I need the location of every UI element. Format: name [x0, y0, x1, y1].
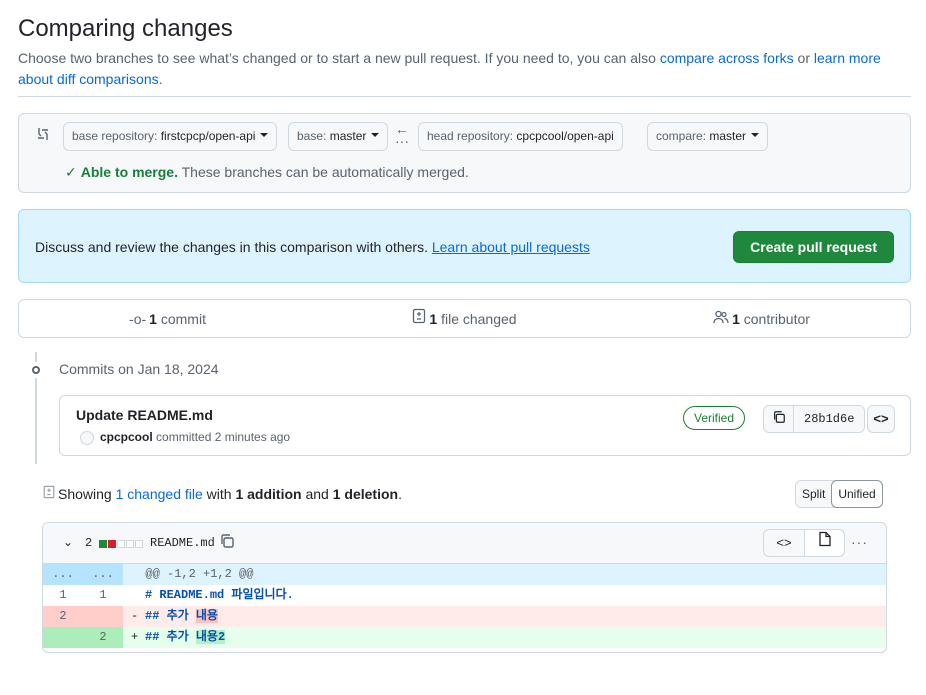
diff-line-deletion: 2 - ## 추가 내용 — [43, 606, 886, 627]
verified-badge[interactable]: Verified — [683, 406, 746, 430]
old-line-number[interactable] — [43, 627, 83, 648]
changed-files-link[interactable]: 1 changed file — [116, 486, 203, 502]
diff-summary: Showing 1 changed file with 1 addition a… — [42, 485, 402, 502]
code-icon: <> — [873, 411, 889, 426]
old-line-number[interactable]: 2 — [43, 606, 83, 627]
diff-view-toggle: Split Unified — [795, 480, 883, 508]
copy-sha-button[interactable] — [764, 406, 794, 432]
diff-line-addition: 2 + ## 추가 내용2 — [43, 627, 886, 648]
hunk-header-row: ... ... @@ -1,2 +1,2 @@ — [43, 564, 886, 585]
base-repository-select[interactable]: base repository: firstcpcp/open-api — [63, 122, 278, 151]
page-title: Comparing changes — [18, 15, 233, 42]
diff-icon — [42, 485, 56, 502]
hunk-header: @@ -1,2 +1,2 @@ — [123, 564, 886, 585]
line-code: - ## 추가 내용 — [123, 606, 886, 627]
contributors-tab[interactable]: 1 contributor — [613, 300, 910, 337]
commit-sha-group: 28b1d6e — [763, 405, 866, 433]
file-diff: ⌄ 2 README.md <> ··· ... ... @@ -1,2 +1,… — [42, 522, 887, 653]
file-diff-icon — [412, 308, 426, 327]
kebab-horizontal-icon[interactable]: ··· — [851, 534, 868, 550]
new-line-number[interactable]: 2 — [83, 627, 123, 648]
commits-date-heading: Commits on Jan 18, 2024 — [59, 361, 219, 377]
range-editor: base repository: firstcpcp/open-api base… — [18, 113, 911, 193]
banner-text: Discuss and review the changes in this c… — [35, 239, 590, 255]
head-repository-select[interactable]: head repository: cpcpcool/open-api — [418, 122, 623, 151]
copy-path-icon[interactable] — [219, 533, 235, 552]
compare-branch-select[interactable]: compare: master — [647, 122, 769, 151]
rich-view-button[interactable] — [804, 530, 844, 556]
browse-code-button[interactable]: <> — [867, 405, 895, 433]
diffstat-bar — [99, 540, 143, 548]
compare-summary: -o- 1 commit 1 file changed 1 contributor — [18, 299, 911, 338]
code-icon: <> — [776, 535, 792, 550]
diff-line-context: 1 1 # README.md 파일입니다. — [43, 585, 886, 606]
line-code: # README.md 파일입니다. — [145, 588, 294, 602]
chevron-down-icon[interactable]: ⌄ — [63, 535, 73, 549]
file-view-buttons: <> — [763, 529, 845, 557]
commits-tab[interactable]: -o- 1 commit — [19, 300, 316, 337]
code-view-button[interactable]: <> — [764, 530, 804, 556]
expand-up-button[interactable]: ... — [43, 564, 83, 585]
base-branch-select[interactable]: base: master — [288, 122, 389, 151]
copy-icon — [773, 411, 785, 423]
file-header: ⌄ 2 README.md <> ··· — [43, 523, 886, 564]
old-line-number[interactable]: 1 — [43, 585, 83, 606]
commit-item: Update README.md cpcpcool committed 2 mi… — [59, 395, 911, 456]
avatar[interactable] — [80, 430, 94, 445]
commit-icon: -o- — [129, 311, 147, 327]
compare-across-forks-link[interactable]: compare across forks — [660, 50, 794, 66]
pull-request-banner: Discuss and review the changes in this c… — [18, 209, 911, 283]
file-name-link[interactable]: README.md — [150, 536, 215, 550]
expand-down-button[interactable]: ... — [83, 564, 123, 585]
new-line-number[interactable]: 1 — [83, 585, 123, 606]
caret-down-icon — [751, 132, 760, 137]
file-icon — [818, 531, 831, 547]
caret-down-icon — [371, 132, 380, 137]
merge-status: ✓ Able to merge. These branches can be au… — [65, 164, 469, 180]
page-description: Choose two branches to see what’s change… — [18, 50, 881, 87]
files-changed-tab[interactable]: 1 file changed — [316, 300, 613, 337]
commit-node-icon — [26, 362, 46, 378]
commit-sha-link[interactable]: 28b1d6e — [794, 406, 864, 432]
commit-title-link[interactable]: Update README.md — [76, 407, 213, 423]
check-icon: ✓ — [65, 164, 77, 180]
divider — [18, 96, 911, 97]
file-change-count: 2 — [85, 536, 93, 550]
commit-author-link[interactable]: cpcpcool — [100, 430, 153, 444]
arrow-left-icon: ← ··· — [395, 121, 409, 149]
create-pull-request-button[interactable]: Create pull request — [733, 231, 894, 263]
commit-meta: cpcpcool committed 2 minutes ago — [80, 430, 290, 445]
unified-view-button[interactable]: Unified — [831, 480, 883, 508]
caret-down-icon — [260, 132, 269, 137]
line-code: + ## 추가 내용2 — [123, 627, 886, 648]
git-compare-icon — [35, 126, 51, 145]
people-icon — [713, 310, 729, 327]
learn-pull-requests-link[interactable]: Learn about pull requests — [432, 239, 590, 255]
split-view-button[interactable]: Split — [796, 481, 831, 507]
new-line-number[interactable] — [83, 606, 123, 627]
